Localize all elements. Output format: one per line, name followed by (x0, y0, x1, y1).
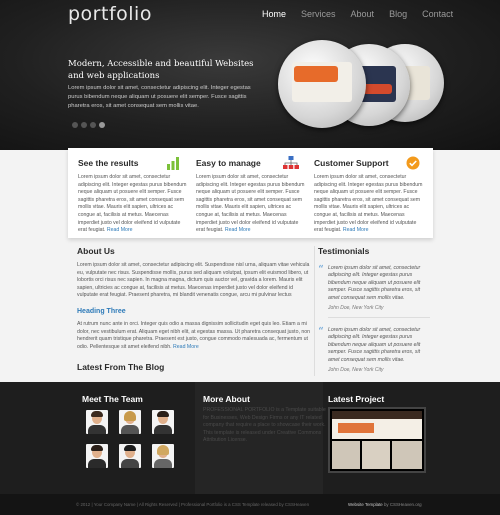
testimonial-text: Lorem ipsum dolor sit amet, consectetur … (328, 265, 421, 301)
about-section: About Us Lorem ipsum dolor sit amet, con… (77, 246, 310, 351)
testimonials-title: Testimonials (318, 246, 370, 256)
read-more-link[interactable]: Read More (107, 227, 133, 233)
sitemap-icon (283, 156, 299, 169)
read-more-link[interactable]: Read More (343, 227, 369, 233)
team-member-avatar[interactable] (119, 410, 141, 434)
testimonial-text: Lorem ipsum dolor sit amet, consectetur … (328, 327, 421, 363)
testimonial-author: John Doe, New York City (328, 367, 384, 374)
site-logo[interactable]: portfolio (68, 3, 152, 25)
heading-three: Heading Three (77, 307, 126, 315)
footer-bar: © 2012 | Your Company Name | All Rights … (0, 494, 500, 515)
about-paragraph-2: At rutrum nunc ante in orci. Integer qui… (77, 320, 310, 350)
feature-title: Customer Support (314, 158, 389, 168)
testimonial-divider (328, 317, 430, 319)
more-about-text: PROFESSIONAL PORTFOLIO is a Template sui… (203, 407, 326, 444)
features-panel: See the results Lorem ipsum dolor sit am… (68, 148, 433, 238)
showcase-circle-left (278, 40, 366, 128)
bar-chart-icon (167, 157, 179, 170)
read-more-link[interactable]: Read More (225, 227, 251, 233)
testimonial-item: “ Lorem ipsum dolor sit amet, consectetu… (318, 325, 430, 374)
team-member-avatar[interactable] (152, 410, 174, 434)
testimonial-author: John Doe, New York City (328, 305, 384, 312)
credit-label[interactable]: Website Template (348, 502, 383, 507)
latest-project-thumbnail[interactable] (328, 407, 426, 473)
slider-dot[interactable] (72, 122, 78, 128)
feature-text: Lorem ipsum dolor sit amet, consectetur … (314, 174, 423, 234)
feature-text: Lorem ipsum dolor sit amet, consectetur … (196, 174, 305, 234)
main-nav: Home Services About Blog Contact (262, 9, 468, 19)
nav-home[interactable]: Home (262, 9, 286, 19)
slider-dot-active[interactable] (99, 122, 105, 128)
team-member-avatar[interactable] (86, 410, 108, 434)
quote-icon: “ (318, 325, 324, 339)
nav-blog[interactable]: Blog (389, 9, 407, 19)
feature-text: Lorem ipsum dolor sit amet, consectetur … (78, 174, 187, 234)
testimonial-item: “ Lorem ipsum dolor sit amet, consectetu… (318, 263, 430, 319)
nav-about[interactable]: About (351, 9, 375, 19)
team-member-avatar[interactable] (152, 444, 174, 468)
testimonials-section: Testimonials “ Lorem ipsum dolor sit ame… (318, 246, 430, 373)
team-member-avatar[interactable] (86, 444, 108, 468)
slider-dot[interactable] (81, 122, 87, 128)
slider-dot[interactable] (90, 122, 96, 128)
hero-banner: portfolio Home Services About Blog Conta… (0, 0, 500, 150)
team-title: Meet The Team (82, 394, 143, 404)
blog-title: Latest From The Blog (77, 362, 165, 372)
checkmark-icon (406, 156, 420, 170)
feature-title: Easy to manage (196, 158, 261, 168)
column-divider (314, 246, 315, 376)
team-member-avatar[interactable] (119, 444, 141, 468)
about-title: About Us (77, 246, 115, 256)
read-more-link[interactable]: Read More (173, 344, 199, 350)
hero-text: Lorem ipsum dolor sit amet, consectetur … (68, 85, 251, 109)
quote-icon: “ (318, 263, 324, 276)
latest-project-title: Latest Project (328, 394, 385, 404)
about-paragraph: Lorem ipsum dolor sit amet, consectetur … (77, 262, 310, 299)
slider-dots (72, 122, 105, 128)
feature-title: See the results (78, 158, 139, 168)
copyright-text: © 2012 | Your Company Name | All Rights … (76, 502, 310, 507)
team-column: Meet The Team (0, 382, 195, 494)
nav-services[interactable]: Services (301, 9, 336, 19)
nav-contact[interactable]: Contact (422, 9, 453, 19)
credit-text: Website Template by CSSHeaven.org (348, 502, 422, 507)
credit-by[interactable]: by CSSHeaven.org (384, 502, 422, 507)
hero-title: Modern, Accessible and beautiful Website… (68, 59, 254, 81)
more-about-title: More About (203, 394, 250, 404)
